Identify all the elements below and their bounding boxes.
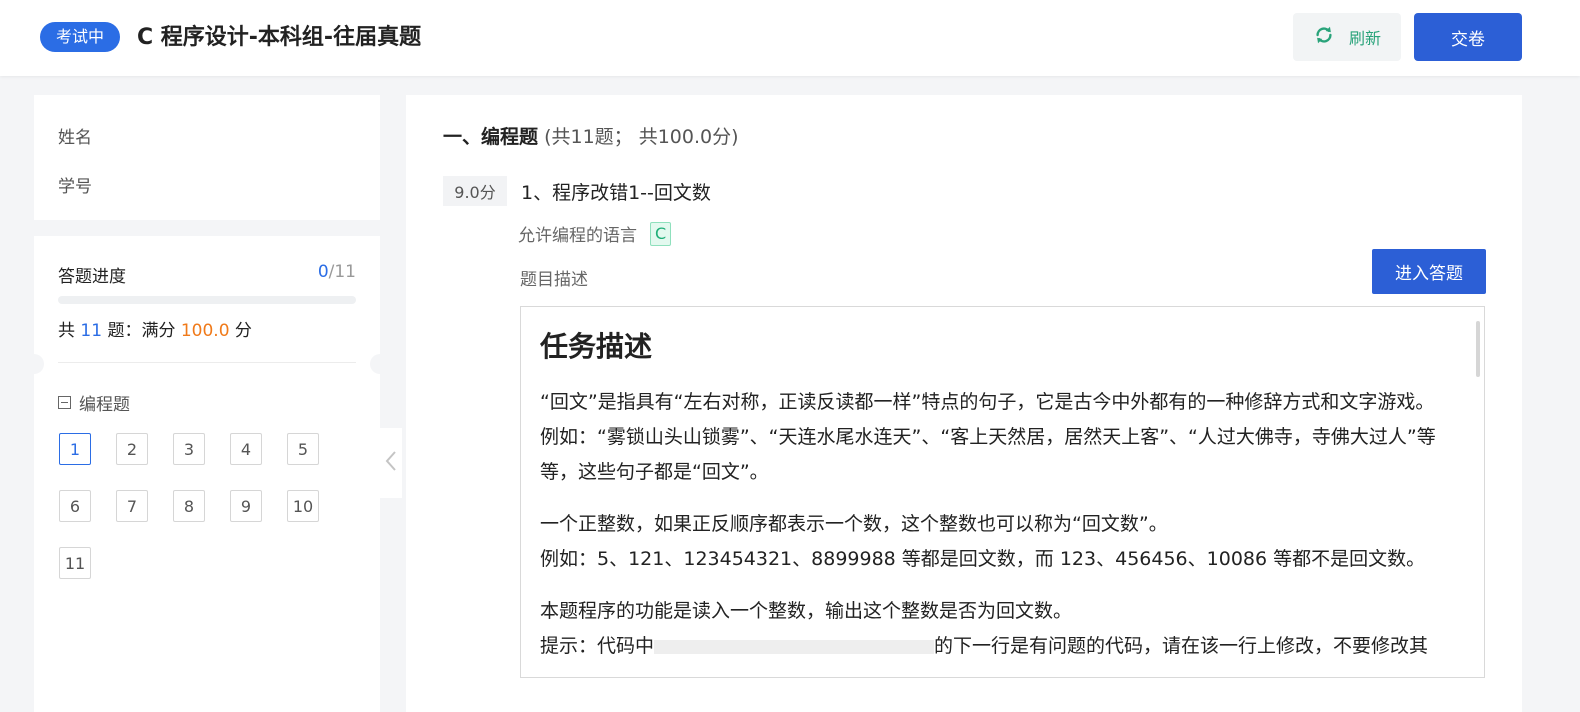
- progress-count: 0/11: [318, 262, 356, 282]
- question-nav-item[interactable]: 10: [287, 490, 319, 522]
- language-tag: C: [650, 221, 672, 246]
- divider: [58, 362, 356, 363]
- top-header: 考试中 C 程序设计-本科组-往届真题 刷新 交卷: [0, 0, 1580, 76]
- card-notch-left: [24, 354, 44, 374]
- summary-prefix: 共: [58, 321, 81, 341]
- question-score-tag: 9.0分: [443, 176, 507, 206]
- progress-label: 答题进度: [58, 267, 126, 287]
- question-title: 1、程序改错1--回文数: [521, 182, 711, 204]
- section-head-title: 一、编程题: [443, 126, 539, 148]
- question-nav-item[interactable]: 3: [173, 433, 205, 465]
- paragraph: 一个正整数，如果正反顺序都表示一个数，这个整数也可以称为“回文数”。 例如：5、…: [540, 507, 1452, 577]
- section-toggle-programming[interactable]: 编程题: [58, 390, 130, 415]
- answered-count: 0: [317, 262, 329, 282]
- refresh-button[interactable]: 刷新: [1293, 13, 1401, 61]
- paragraph-line: “回文”是指具有“左右对称，正读反读都一样”特点的句子，它是古今中外都有的一种修…: [540, 391, 1435, 413]
- submit-exam-button[interactable]: 交卷: [1414, 13, 1522, 61]
- inline-code: [654, 639, 935, 654]
- question-nav-item[interactable]: 2: [116, 433, 148, 465]
- progress-card: 答题进度 0/11 共 11 题：满分 100.0 分 编程题 12345 678…: [24, 236, 390, 712]
- hint-end: 的下一行是有问题的代码，请在该一行上修改，不要修改其: [934, 635, 1429, 657]
- enter-answer-button[interactable]: 进入答题: [1372, 249, 1486, 294]
- progress-bar: [58, 296, 356, 304]
- score-summary: 共 11 题：满分 100.0 分: [58, 316, 252, 341]
- paragraph: “回文”是指具有“左右对称，正读反读都一样”特点的句子，它是古今中外都有的一种修…: [540, 385, 1452, 490]
- student-id-label: 学号: [58, 177, 92, 197]
- page-title: C 程序设计-本科组-往届真题: [137, 25, 422, 50]
- paragraph: 本题程序的功能是读入一个整数，输出这个整数是否为回文数。 提示：代码中 的下一行是…: [540, 594, 1452, 664]
- paragraph-line: 提示：代码中 的下一行是有问题的代码，请在该一行上修改，不要修改其: [540, 629, 1452, 664]
- question-nav-item[interactable]: 6: [59, 490, 91, 522]
- section-label: 编程题: [79, 395, 130, 415]
- description-label: 题目描述: [520, 270, 588, 290]
- name-label: 姓名: [58, 128, 92, 148]
- chevron-left-icon: [384, 449, 398, 477]
- paragraph-line: 一个正整数，如果正反顺序都表示一个数，这个整数也可以称为“回文数”。: [540, 513, 1168, 535]
- section-heading: 一、编程题 (共11题； 共100.0分): [443, 122, 739, 149]
- question-nav-item[interactable]: 8: [173, 490, 205, 522]
- status-badge: 考试中: [40, 22, 121, 52]
- refresh-icon: [1313, 24, 1335, 50]
- sidebar-collapse-handle[interactable]: [380, 428, 402, 498]
- question-nav-grid: 1 2 3 4 5 6 7 8 9 10 11: [59, 433, 359, 579]
- paragraph-line: 本题程序的功能是读入一个整数，输出这个整数是否为回文数。: [540, 600, 1073, 622]
- total-count: /11: [328, 262, 356, 282]
- question-nav-item[interactable]: 7: [116, 490, 148, 522]
- question-nav-item[interactable]: 9: [230, 490, 262, 522]
- hint-start: 提示：代码中: [540, 635, 655, 657]
- question-count: 11: [80, 321, 103, 341]
- collapse-icon: [58, 396, 71, 409]
- question-nav-item[interactable]: 11: [59, 547, 91, 579]
- student-info-card: 姓名 学号: [34, 95, 380, 220]
- question-nav-item[interactable]: 4: [230, 433, 262, 465]
- summary-mid: 题：满分: [102, 321, 181, 341]
- full-score: 100.0: [180, 321, 230, 341]
- paragraph-line: 例如：“雾锁山头山锁雾”、“天连水尾水连天”、“客上天然居，居然天上客”、“人过…: [540, 426, 1436, 483]
- paragraph-line: 例如：5、121、123454321、8899988 等都是回文数，而 123、…: [540, 548, 1426, 570]
- card-notch-right: [370, 354, 390, 374]
- question-panel: 一、编程题 (共11题； 共100.0分) 9.0分 1、程序改错1--回文数 …: [406, 95, 1522, 712]
- refresh-label: 刷新: [1348, 29, 1381, 48]
- description-heading: 任务描述: [540, 330, 653, 363]
- question-nav-item[interactable]: 1: [59, 433, 91, 465]
- description-box[interactable]: 任务描述 “回文”是指具有“左右对称，正读反读都一样”特点的句子，它是古今中外都…: [520, 306, 1485, 678]
- section-head-sub: (共11题； 共100.0分): [544, 126, 739, 148]
- scrollbar[interactable]: [1476, 321, 1480, 377]
- language-label: 允许编程的语言: [518, 226, 637, 246]
- allowed-language-row: 允许编程的语言 C: [518, 221, 672, 246]
- question-nav-item[interactable]: 5: [287, 433, 319, 465]
- summary-suffix: 分: [229, 321, 252, 341]
